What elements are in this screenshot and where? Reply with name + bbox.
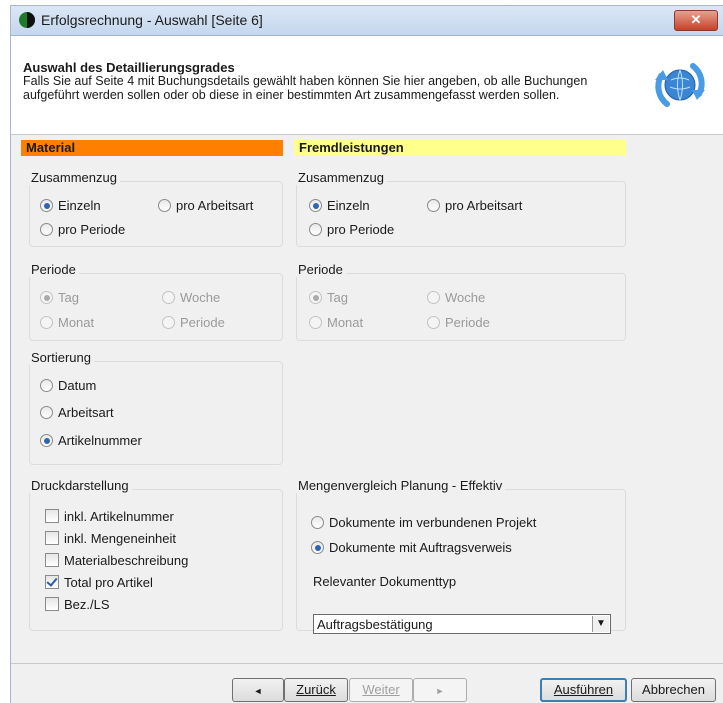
radio-button[interactable] (158, 199, 171, 212)
radio-button[interactable] (311, 516, 324, 529)
fremd-radio-pro-arbeitsart[interactable]: pro Arbeitsart (427, 198, 522, 213)
abbrechen-button[interactable]: Abbrechen (631, 678, 716, 702)
weiter-button[interactable]: Weiter (349, 678, 413, 702)
dokumenttyp-select[interactable]: Auftragsbestätigung ▼ (313, 614, 611, 634)
radio-button[interactable] (427, 316, 440, 329)
checkbox-total-pro-artikel[interactable]: Total pro Artikel (45, 575, 153, 590)
group-title: Mengenvergleich Planung - Effektiv (296, 478, 506, 493)
radio-button[interactable] (40, 291, 53, 304)
checkbox[interactable] (45, 553, 59, 567)
fremd-radio-periode[interactable]: Periode (427, 315, 490, 330)
checkbox[interactable] (45, 597, 59, 611)
fremd-zusammenzug-group: Zusammenzug Einzeln pro Arbeitsart pro P… (296, 170, 626, 247)
footer-divider (11, 663, 723, 664)
checkbox-materialbeschreibung[interactable]: Materialbeschreibung (45, 553, 188, 568)
fremd-radio-einzeln[interactable]: Einzeln (309, 198, 370, 213)
ausfuehren-button[interactable]: Ausführen (540, 678, 627, 702)
sort-radio-artikelnummer[interactable]: Artikelnummer (40, 433, 142, 448)
fremd-periode-group: Periode Tag Woche Monat Periode (296, 262, 626, 341)
group-title: Periode (296, 262, 346, 277)
radio-button[interactable] (309, 316, 322, 329)
material-periode-group: Periode Tag Woche Monat Periode (29, 262, 283, 341)
arrow-right-icon: ► (435, 686, 445, 696)
material-radio-pro-arbeitsart[interactable]: pro Arbeitsart (158, 198, 253, 213)
radio-dokumente-auftragsverweis[interactable]: Dokumente mit Auftragsverweis (311, 540, 512, 555)
group-title: Sortierung (29, 350, 94, 365)
group-title: Zusammenzug (296, 170, 387, 185)
app-icon (19, 12, 35, 28)
material-zusammenzug-group: Zusammenzug Einzeln pro Arbeitsart pro P… (29, 170, 283, 247)
fremd-radio-woche[interactable]: Woche (427, 290, 485, 305)
checkbox[interactable] (45, 531, 59, 545)
fremd-radio-pro-periode[interactable]: pro Periode (309, 222, 394, 237)
window-title: Erfolgsrechnung - Auswahl [Seite 6] (41, 12, 263, 28)
material-radio-tag[interactable]: Tag (40, 290, 79, 305)
group-title: Druckdarstellung (29, 478, 132, 493)
back-arrow-button[interactable]: ◄ (232, 678, 284, 702)
radio-button[interactable] (427, 291, 440, 304)
radio-button[interactable] (162, 316, 175, 329)
globe-refresh-icon (655, 63, 705, 107)
checkbox[interactable] (45, 509, 59, 523)
radio-button[interactable] (309, 223, 322, 236)
material-radio-monat[interactable]: Monat (40, 315, 94, 330)
material-sortierung-group: Sortierung Datum Arbeitsart Artikelnumme… (29, 350, 283, 465)
group-title: Zusammenzug (29, 170, 120, 185)
radio-button[interactable] (40, 316, 53, 329)
dropdown-arrow-icon[interactable]: ▼ (592, 616, 609, 632)
sort-radio-datum[interactable]: Datum (40, 378, 96, 393)
dokumenttyp-value: Auftragsbestätigung (317, 617, 433, 632)
material-radio-pro-periode[interactable]: pro Periode (40, 222, 125, 237)
radio-button[interactable] (40, 223, 53, 236)
fremd-radio-tag[interactable]: Tag (309, 290, 348, 305)
material-radio-einzeln[interactable]: Einzeln (40, 198, 101, 213)
radio-button[interactable] (427, 199, 440, 212)
mengenvergleich-group: Mengenvergleich Planung - Effektiv Dokum… (296, 478, 626, 634)
header-description: Falls Sie auf Seite 4 mit Buchungsdetail… (23, 74, 588, 102)
material-radio-periode[interactable]: Periode (162, 315, 225, 330)
radio-button[interactable] (40, 434, 53, 447)
fremd-radio-monat[interactable]: Monat (309, 315, 363, 330)
arrow-left-icon: ◄ (253, 686, 263, 696)
next-arrow-button[interactable]: ► (413, 678, 467, 702)
dokumenttyp-label: Relevanter Dokumenttyp (313, 574, 457, 589)
radio-button[interactable] (311, 541, 324, 554)
checkbox-inkl-artikelnummer[interactable]: inkl. Artikelnummer (45, 509, 174, 524)
title-bar: Erfolgsrechnung - Auswahl [Seite 6] ✕ (11, 6, 723, 36)
material-heading: Material (21, 140, 283, 156)
close-button[interactable]: ✕ (674, 10, 718, 31)
material-radio-woche[interactable]: Woche (162, 290, 220, 305)
radio-button[interactable] (309, 199, 322, 212)
fremdleistungen-heading: Fremdleistungen (294, 140, 626, 156)
checkbox-bez-ls[interactable]: Bez./LS (45, 597, 110, 612)
zurueck-button[interactable]: Zurück (284, 678, 348, 702)
radio-button[interactable] (40, 199, 53, 212)
sort-radio-arbeitsart[interactable]: Arbeitsart (40, 405, 114, 420)
checkbox[interactable] (45, 575, 59, 589)
radio-button[interactable] (309, 291, 322, 304)
dialog-window: Erfolgsrechnung - Auswahl [Seite 6] ✕ Au… (10, 5, 723, 703)
header-panel: Auswahl des Detaillierungsgrades Falls S… (11, 36, 723, 135)
radio-button[interactable] (40, 406, 53, 419)
druckdarstellung-group: Druckdarstellung inkl. Artikelnummer ink… (29, 478, 283, 631)
radio-button[interactable] (162, 291, 175, 304)
checkbox-inkl-mengeneinheit[interactable]: inkl. Mengeneinheit (45, 531, 176, 546)
header-title: Auswahl des Detaillierungsgrades (23, 60, 235, 75)
radio-button[interactable] (40, 379, 53, 392)
radio-dokumente-verbundenes-projekt[interactable]: Dokumente im verbundenen Projekt (311, 515, 536, 530)
group-title: Periode (29, 262, 79, 277)
